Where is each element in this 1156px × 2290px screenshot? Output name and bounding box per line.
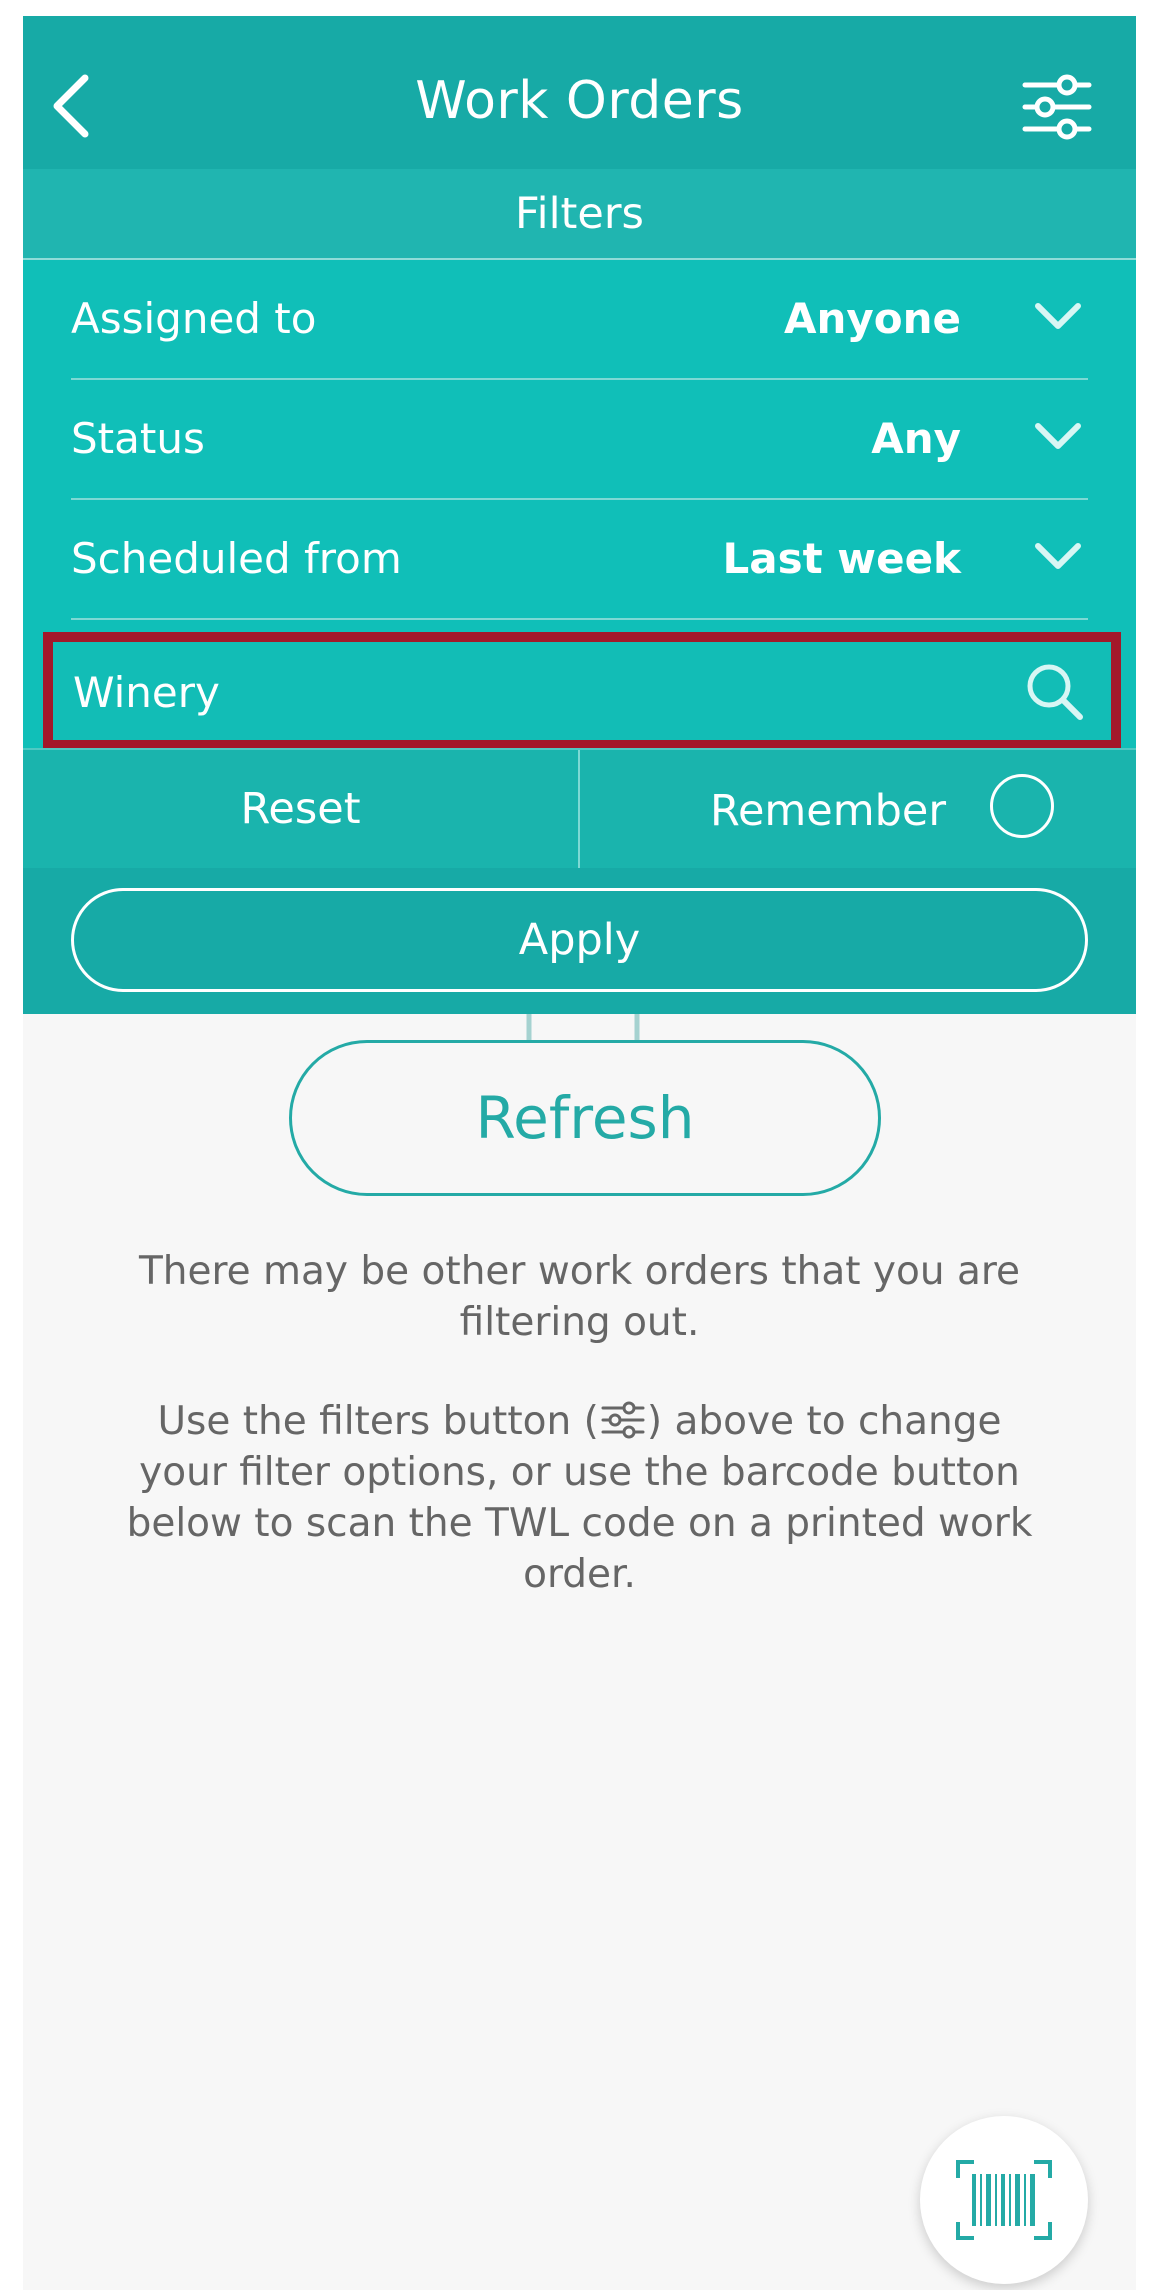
sliders-icon (1022, 74, 1092, 140)
reset-button[interactable]: Reset (23, 750, 578, 868)
remember-toggle[interactable]: Remember (580, 750, 1136, 868)
instructions-part-1: Use the filters button ( (157, 1399, 599, 1444)
filter-row-value: Any (871, 414, 961, 463)
filter-row-label: Status (71, 414, 205, 463)
search-box (43, 632, 1121, 750)
remember-radio[interactable] (990, 774, 1054, 838)
filter-hint-text: There may be other work orders that you … (138, 1249, 1021, 1345)
filter-row-value: Anyone (783, 294, 961, 343)
filters-section-label: Filters (515, 189, 644, 239)
sliders-icon (601, 1401, 645, 1439)
chevron-down-icon (1035, 423, 1081, 449)
filter-row-status[interactable]: Status Any (71, 380, 1088, 500)
page-title: Work Orders (415, 71, 744, 131)
filters-button[interactable] (1021, 71, 1093, 143)
filter-row-assigned-to[interactable]: Assigned to Anyone (71, 260, 1088, 380)
apply-zone: Apply (23, 868, 1136, 1014)
apply-button[interactable]: Apply (71, 888, 1088, 992)
filter-instructions-text: Use the filters button () above to chang… (123, 1396, 1036, 1600)
barcode-icon (956, 2160, 1052, 2240)
search-icon[interactable] (1023, 660, 1085, 722)
refresh-button[interactable]: Refresh (289, 1040, 881, 1196)
barcode-scan-button[interactable] (920, 2116, 1088, 2284)
search-input[interactable] (71, 656, 975, 728)
filter-row-label: Assigned to (71, 294, 317, 343)
app-screen: Work Orders Filters Assigned to Anyone S… (23, 16, 1136, 2290)
filters-panel: Assigned to Anyone Status Any Scheduled … (23, 260, 1136, 1083)
filter-actions-bar: Reset Remember (23, 748, 1136, 870)
remember-label: Remember (710, 786, 947, 836)
filter-row-scheduled-from[interactable]: Scheduled from Last week (71, 500, 1088, 620)
filter-row-label: Scheduled from (71, 534, 402, 583)
filters-section-bar: Filters (23, 169, 1136, 260)
chevron-down-icon (1035, 303, 1081, 329)
header-bar: Work Orders (23, 16, 1136, 169)
filter-row-value: Last week (722, 534, 961, 583)
chevron-down-icon (1035, 543, 1081, 569)
